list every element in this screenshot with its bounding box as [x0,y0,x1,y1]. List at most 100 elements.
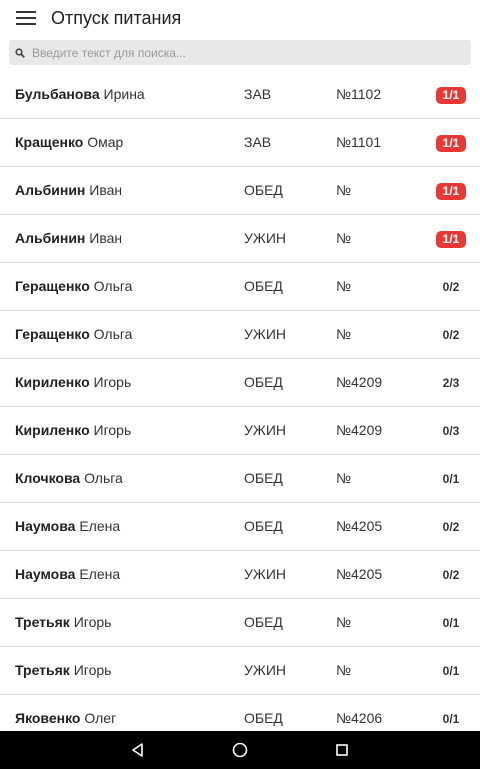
meal-type: УЖИН [244,662,286,678]
person-name: Кириленко Игорь [15,359,131,406]
last-name: Кириленко [15,374,90,390]
person-name: Наумова Елена [15,503,120,550]
room-number: № [336,278,352,294]
list-item[interactable]: Кириленко Игорь ОБЕД №4209 2/3 [0,359,480,407]
last-name: Альбинин [15,230,86,246]
meal-type: ОБЕД [244,470,283,486]
count-badge: 0/2 [436,503,466,550]
last-name: Геращенко [15,326,90,342]
count-badge-text: 0/1 [442,472,460,486]
back-triangle-icon[interactable] [123,735,153,765]
meal-type: ОБЕД [244,710,283,726]
search-input[interactable] [32,45,452,60]
first-name: Игорь [93,422,132,438]
last-name: Третьяк [15,662,70,678]
count-badge-text: 0/2 [442,280,460,294]
search-icon [15,47,27,59]
count-badge: 1/1 [436,215,466,262]
room-number: №4209 [336,374,383,390]
room-number: № [336,182,352,198]
list-item[interactable]: Бульбанова Ирина ЗАВ №1102 1/1 [0,71,480,119]
last-name: Яковенко [15,710,81,726]
first-name: Омар [87,134,124,150]
first-name: Ольга [84,470,123,486]
meal-type: УЖИН [244,326,286,342]
meal-type: УЖИН [244,230,286,246]
last-name: Геращенко [15,278,90,294]
list-item[interactable]: Третьяк Игорь ОБЕД № 0/1 [0,599,480,647]
count-badge-text: 0/1 [442,616,460,630]
list-item[interactable]: Кириленко Игорь УЖИН №4209 0/3 [0,407,480,455]
first-name: Елена [79,518,121,534]
room-number: №1101 [336,134,382,150]
count-badge-text: 0/2 [442,520,460,534]
meal-list: Бульбанова Ирина ЗАВ №1102 1/1 Кращенко Омар… [0,71,480,731]
list-item[interactable]: Наумова Елена УЖИН №4205 0/2 [0,551,480,599]
count-badge-text: 1/1 [436,135,466,152]
room-number: № [336,326,352,342]
list-item[interactable]: Третьяк Игорь УЖИН № 0/1 [0,647,480,695]
meal-type: УЖИН [244,566,286,582]
count-badge: 0/2 [436,551,466,598]
person-name: Бульбанова Ирина [15,71,145,118]
count-badge-text: 0/3 [442,424,460,438]
list-item[interactable]: Геращенко Ольга УЖИН № 0/2 [0,311,480,359]
count-badge: 0/1 [436,695,466,731]
list-item[interactable]: Альбинин Иван УЖИН № 1/1 [0,215,480,263]
room-number: №4205 [336,518,383,534]
list-item[interactable]: Геращенко Ольга ОБЕД № 0/2 [0,263,480,311]
count-badge-text: 0/1 [442,664,460,678]
first-name: Елена [79,566,121,582]
first-name: Игорь [73,662,112,678]
count-badge: 2/3 [436,359,466,406]
person-name: Альбинин Иван [15,215,122,262]
room-number: № [336,470,352,486]
person-name: Кириленко Игорь [15,407,131,454]
last-name: Третьяк [15,614,70,630]
first-name: Иван [89,182,123,198]
count-badge-text: 2/3 [442,376,460,390]
last-name: Наумова [15,566,76,582]
person-name: Геращенко Ольга [15,311,132,358]
last-name: Наумова [15,518,76,534]
first-name: Ольга [93,326,133,342]
search-box[interactable] [9,40,471,65]
person-name: Третьяк Игорь [15,599,111,646]
count-badge-text: 0/1 [442,712,460,726]
list-item[interactable]: Яковенко Олег ОБЕД №4206 0/1 [0,695,480,731]
list-item[interactable]: Альбинин Иван ОБЕД № 1/1 [0,167,480,215]
person-name: Третьяк Игорь [15,647,111,694]
home-circle-icon[interactable] [225,735,255,765]
room-number: № [336,614,352,630]
count-badge: 0/2 [436,311,466,358]
count-badge-text: 1/1 [436,87,466,104]
count-badge-text: 0/2 [442,328,460,342]
list-item[interactable]: Клочкова Ольга ОБЕД № 0/1 [0,455,480,503]
list-item[interactable]: Кращенко Омар ЗАВ №1101 1/1 [0,119,480,167]
list-item[interactable]: Наумова Елена ОБЕД №4205 0/2 [0,503,480,551]
last-name: Кириленко [15,422,90,438]
last-name: Альбинин [15,182,86,198]
hamburger-menu-icon[interactable] [8,0,44,36]
app-bar: Отпуск питания [0,0,480,36]
meal-type: ОБЕД [244,278,283,294]
room-number: № [336,230,352,246]
count-badge: 1/1 [436,119,466,166]
recents-square-icon[interactable] [327,735,357,765]
count-badge-text: 1/1 [436,183,466,200]
first-name: Иван [89,230,123,246]
count-badge: 0/3 [436,407,466,454]
person-name: Яковенко Олег [15,695,116,731]
first-name: Игорь [73,614,112,630]
count-badge: 0/1 [436,647,466,694]
person-name: Наумова Елена [15,551,120,598]
first-name: Игорь [93,374,132,390]
meal-type: ОБЕД [244,518,283,534]
first-name: Ольга [93,278,133,294]
meal-type: ОБЕД [244,182,283,198]
room-number: № [336,662,352,678]
last-name: Бульбанова [15,86,100,102]
first-name: Олег [84,710,117,726]
person-name: Геращенко Ольга [15,263,132,310]
count-badge: 1/1 [436,71,466,118]
